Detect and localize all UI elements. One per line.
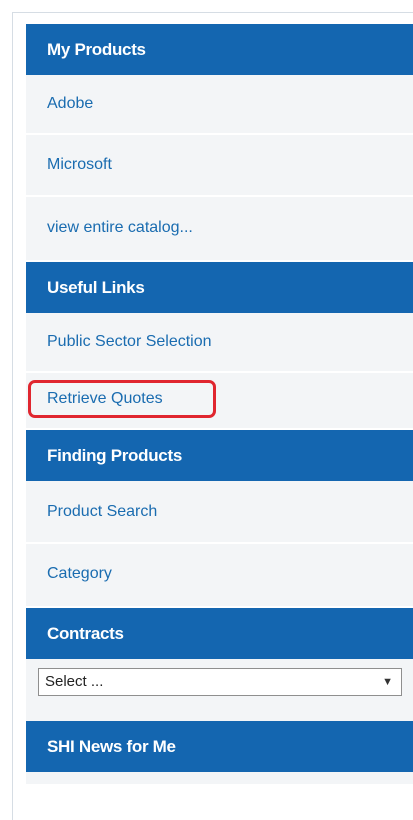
shi-news-header: SHI News for Me <box>26 721 413 772</box>
dropdown-arrow-icon: ▼ <box>382 676 393 688</box>
link-view-entire-catalog[interactable]: view entire catalog... <box>26 197 413 262</box>
contracts-header: Contracts <box>26 608 413 659</box>
link-category[interactable]: Category <box>26 544 413 608</box>
link-adobe[interactable]: Adobe <box>26 75 413 135</box>
contracts-select[interactable]: Select ... ▼ <box>38 668 402 696</box>
link-microsoft[interactable]: Microsoft <box>26 135 413 197</box>
useful-links-header: Useful Links <box>26 262 413 313</box>
link-public-sector-selection[interactable]: Public Sector Selection <box>26 313 413 373</box>
link-retrieve-quotes[interactable]: Retrieve Quotes <box>26 373 413 430</box>
link-product-search[interactable]: Product Search <box>26 481 413 544</box>
my-products-header: My Products <box>26 24 413 75</box>
news-content-strip <box>26 772 413 784</box>
contracts-select-value: Select ... <box>45 673 104 690</box>
sidebar-panel: My Products Adobe Microsoft view entire … <box>26 24 413 784</box>
finding-products-header: Finding Products <box>26 430 413 481</box>
link-retrieve-quotes-label: Retrieve Quotes <box>47 390 163 407</box>
contracts-select-row: Select ... ▼ <box>26 659 413 721</box>
